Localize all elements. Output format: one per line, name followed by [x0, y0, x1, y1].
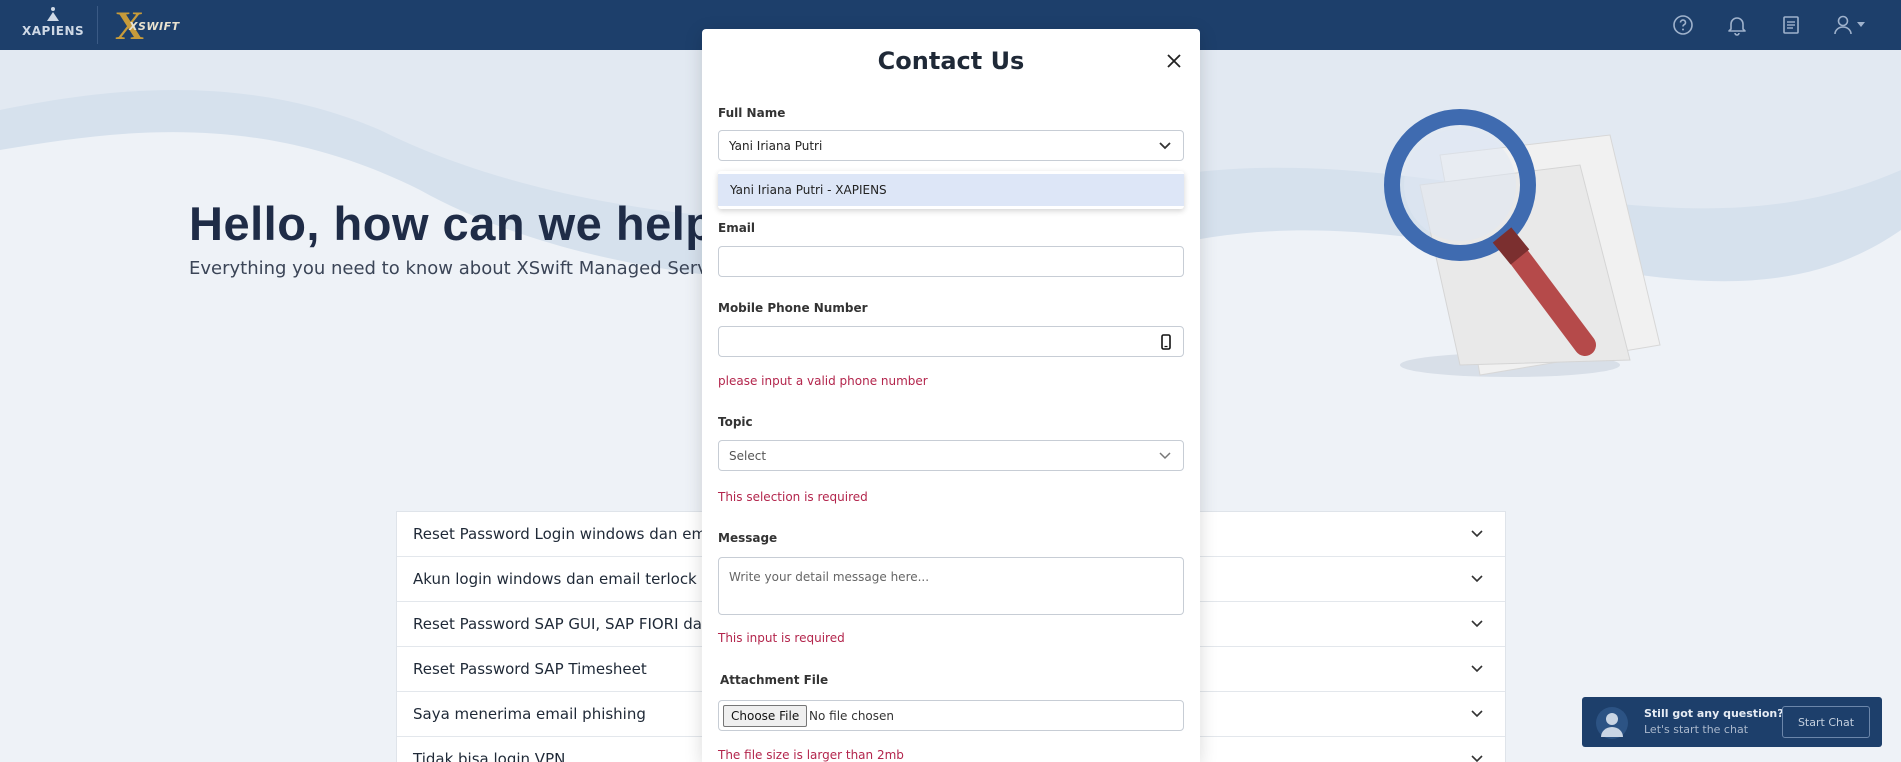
full-name-option[interactable]: Yani Iriana Putri - XAPIENS	[718, 174, 1184, 206]
topic-error: This selection is required	[718, 490, 868, 504]
message-label: Message	[718, 531, 778, 545]
message-error: This input is required	[718, 631, 845, 645]
attachment-error: The file size is larger than 2mb	[718, 748, 904, 762]
full-name-dropdown: Yani Iriana Putri - XAPIENS	[718, 171, 1184, 209]
close-icon[interactable]	[1166, 53, 1182, 69]
topic-placeholder: Select	[729, 449, 767, 463]
chevron-down-icon	[1159, 142, 1171, 150]
chevron-down-icon	[1471, 620, 1483, 628]
hero-title: Hello, how can we help?	[189, 197, 744, 250]
start-chat-button[interactable]: Start Chat	[1782, 706, 1870, 738]
choose-file-button[interactable]: Choose File	[723, 705, 808, 727]
hero-subtitle: Everything you need to know about XSwift…	[189, 258, 775, 279]
xapiens-logo[interactable]: XAPIENS	[22, 6, 84, 44]
chat-subtitle: Let's start the chat	[1644, 723, 1749, 736]
message-textarea[interactable]: Write your detail message here...	[718, 557, 1184, 615]
topic-label: Topic	[718, 415, 753, 429]
modal-title: Contact Us	[877, 47, 1025, 75]
support-agent-icon	[1601, 713, 1623, 737]
product-logo-text: XSWIFT	[129, 20, 180, 33]
user-icon[interactable]	[1832, 14, 1854, 36]
attachment-file-input[interactable]: Choose File No file chosen	[718, 700, 1184, 731]
faq-question: Reset Password SAP Timesheet	[413, 660, 647, 678]
magnifier-illustration	[1384, 109, 1661, 377]
no-file-text: No file chosen	[809, 709, 895, 723]
message-placeholder: Write your detail message here...	[729, 570, 930, 584]
chevron-down-icon	[1159, 452, 1171, 460]
topic-select[interactable]: Select	[718, 440, 1184, 471]
faq-question: Akun login windows dan email terlock	[413, 570, 697, 588]
faq-question: Reset Password SAP GUI, SAP FIORI dan SA	[413, 615, 737, 633]
phone-label: Mobile Phone Number	[718, 301, 868, 315]
caret-down-icon[interactable]	[1856, 21, 1866, 29]
xapiens-mark-icon	[47, 7, 59, 21]
document-list-icon[interactable]	[1780, 14, 1802, 36]
help-circle-icon[interactable]	[1672, 14, 1694, 36]
chevron-down-icon	[1471, 755, 1483, 762]
mobile-phone-icon	[1161, 334, 1171, 350]
chevron-down-icon	[1471, 710, 1483, 718]
attachment-label: Attachment File	[720, 673, 829, 687]
chevron-down-icon	[1471, 665, 1483, 673]
contact-us-modal: Contact Us Full Name Yani Iriana Putri Y…	[702, 29, 1200, 762]
full-name-select[interactable]: Yani Iriana Putri	[718, 130, 1184, 161]
brand-divider	[97, 6, 98, 44]
faq-question: Reset Password Login windows dan email	[413, 525, 724, 543]
email-field[interactable]	[718, 246, 1184, 277]
bell-icon[interactable]	[1726, 14, 1748, 36]
brand-name: XAPIENS	[22, 24, 85, 38]
xswift-logo[interactable]: X XSWIFT	[115, 3, 180, 48]
full-name-value: Yani Iriana Putri	[729, 139, 823, 153]
chat-title: Still got any question?	[1644, 707, 1784, 720]
full-name-option-label: Yani Iriana Putri - XAPIENS	[730, 183, 887, 197]
chat-avatar	[1596, 707, 1628, 739]
chat-widget: Still got any question? Let's start the …	[1582, 697, 1882, 747]
faq-question: Tidak bisa login VPN	[413, 750, 566, 762]
faq-question: Saya menerima email phishing	[413, 705, 646, 723]
full-name-label: Full Name	[718, 106, 786, 120]
chevron-down-icon	[1471, 575, 1483, 583]
phone-error: please input a valid phone number	[718, 374, 928, 388]
email-label: Email	[718, 221, 756, 235]
chevron-down-icon	[1471, 530, 1483, 538]
phone-field[interactable]	[718, 326, 1184, 357]
